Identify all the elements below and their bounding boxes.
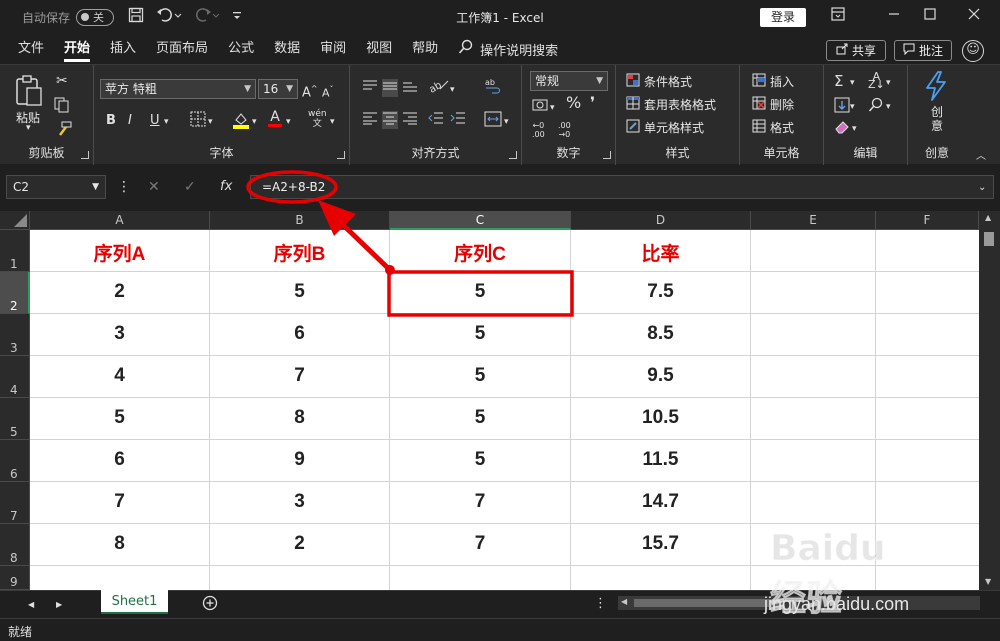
- sheet-tab-sheet1[interactable]: Sheet1: [101, 590, 168, 614]
- formula-highlight-ellipse: [246, 170, 338, 204]
- baidu-watermark: Baidu经验 jingyan.baidu.com: [740, 528, 990, 620]
- annotation-arrow-shaft: [338, 220, 392, 272]
- scroll-up-icon[interactable]: ▲: [985, 213, 991, 222]
- new-sheet-icon[interactable]: [202, 595, 218, 615]
- selected-cell-highlight: [387, 270, 574, 317]
- status-text: 就绪: [8, 625, 33, 639]
- status-bar: 就绪: [0, 618, 1000, 641]
- next-sheet-icon[interactable]: ▶: [56, 597, 62, 613]
- scroll-left-icon[interactable]: ◀: [621, 597, 627, 606]
- baidu-logo-text: Baidu经验: [770, 528, 886, 620]
- vertical-scroll-thumb[interactable]: [984, 232, 994, 246]
- watermark-url: jingyan.baidu.com: [764, 594, 910, 614]
- tab-options-icon[interactable]: ⋮: [594, 596, 607, 612]
- previous-sheet-icon[interactable]: ◀: [28, 597, 34, 613]
